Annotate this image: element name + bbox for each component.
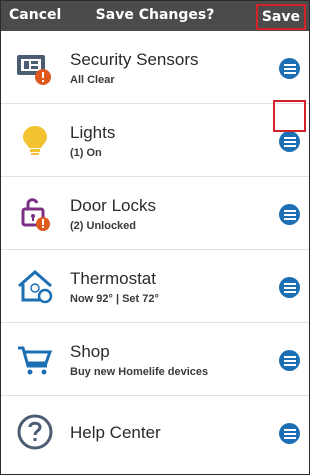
highlight-box: [273, 100, 306, 132]
thermostat-house-icon: [15, 266, 55, 306]
menu-icon: [283, 282, 296, 293]
item-title: Help Center: [70, 423, 161, 442]
menu-button[interactable]: [279, 131, 300, 152]
item-status: All Clear: [70, 74, 115, 86]
menu-icon: [283, 209, 296, 220]
item-title: Shop: [70, 342, 110, 361]
list-item-thermostat[interactable]: Thermostat Now 92° | Set 72°: [1, 250, 309, 323]
help-icon: [15, 412, 55, 452]
item-title: Thermostat: [70, 269, 156, 288]
menu-button[interactable]: [279, 204, 300, 225]
item-status: (1) On: [70, 147, 102, 159]
item-title: Security Sensors: [70, 50, 199, 69]
screen: Cancel Save Changes? Save Security Senso…: [0, 0, 310, 475]
menu-button[interactable]: [279, 58, 300, 79]
item-title: Lights: [70, 123, 116, 142]
menu-icon: [283, 428, 296, 439]
security-sensors-icon: [15, 47, 55, 87]
item-status: Buy new Homelife devices: [70, 366, 209, 378]
save-button[interactable]: Save: [255, 4, 306, 30]
shopping-cart-icon: [15, 339, 55, 379]
list-item-door-locks[interactable]: Door Locks (2) Unlocked: [1, 177, 309, 250]
menu-button[interactable]: [279, 423, 300, 444]
menu-icon: [283, 63, 296, 74]
item-title: Door Locks: [70, 196, 156, 215]
item-status: (2) Unlocked: [70, 220, 137, 232]
lightbulb-icon: [15, 120, 55, 160]
item-status: Now 92° | Set 72°: [70, 293, 159, 305]
menu-icon: [283, 355, 296, 366]
list-item-security-sensors[interactable]: Security Sensors All Clear: [1, 31, 309, 104]
menu-button[interactable]: [279, 350, 300, 371]
menu-button[interactable]: [279, 277, 300, 298]
menu-icon: [283, 136, 296, 147]
list-item-lights[interactable]: Lights (1) On: [1, 104, 309, 177]
device-list: Security Sensors All Clear Lights (1) On…: [1, 31, 309, 474]
list-item-help-center[interactable]: Help Center: [1, 396, 309, 474]
list-item-shop[interactable]: Shop Buy new Homelife devices: [1, 323, 309, 396]
top-bar: Cancel Save Changes? Save: [1, 1, 309, 31]
lock-icon: [15, 193, 55, 233]
